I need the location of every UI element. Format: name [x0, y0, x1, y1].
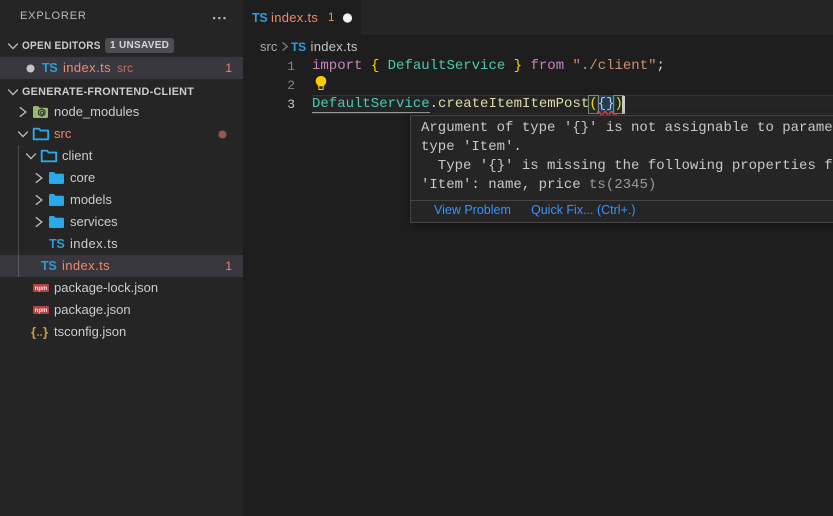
svg-text:{: { — [31, 326, 36, 339]
svg-text:npm: npm — [35, 308, 48, 314]
svg-text:npm: npm — [35, 286, 48, 292]
svg-text:}: } — [43, 326, 48, 339]
